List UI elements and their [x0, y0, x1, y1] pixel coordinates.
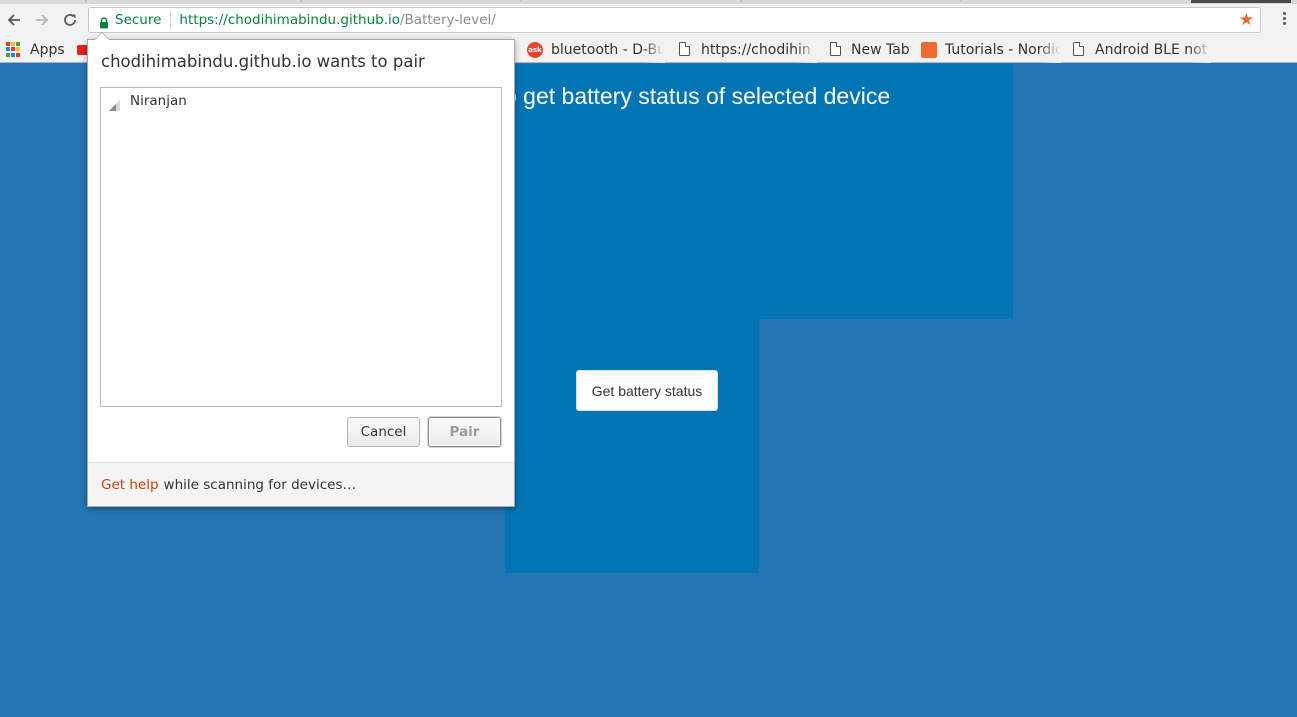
device-list-item[interactable]: Niranjan	[109, 92, 187, 111]
bookmark-label: New Tab	[851, 41, 910, 58]
cancel-button[interactable]: Cancel	[347, 417, 420, 447]
dialog-footer: Get help while scanning for devices…	[88, 462, 514, 506]
bookmark-star-icon[interactable]: ★	[1239, 11, 1254, 29]
ask-icon: ask	[527, 41, 543, 58]
browser-toolbar: Secure https://chodihimabindu.github.io/…	[0, 4, 1297, 36]
omnibox-divider	[170, 12, 172, 28]
security-label: Secure	[115, 12, 162, 28]
url-text[interactable]: https://chodihimabindu.github.io/Battery…	[179, 12, 495, 28]
page-icon	[679, 41, 690, 58]
url-path: /Battery-level/	[400, 12, 496, 28]
forward-arrow-icon	[36, 14, 49, 26]
dialog-title: chodihimabindu.github.io wants to pair	[101, 52, 425, 71]
bookmark-android-ble[interactable]: Android BLE not	[1073, 36, 1211, 63]
device-name: Niranjan	[130, 93, 187, 109]
page-icon	[830, 41, 841, 58]
bookmark-nordic[interactable]: Tutorials - Nordic	[921, 36, 1061, 63]
signal-strength-icon	[109, 96, 120, 111]
bookmark-new-tab[interactable]: New Tab	[830, 36, 912, 63]
back-button[interactable]	[0, 4, 28, 36]
content-panel-bottom	[505, 319, 759, 573]
forward-button[interactable]	[28, 4, 56, 36]
reload-icon	[64, 14, 76, 26]
lock-icon	[99, 14, 109, 29]
dialog-pointer	[94, 32, 110, 40]
browser-menu-icon[interactable]	[1279, 12, 1289, 28]
device-list[interactable]: Niranjan	[100, 87, 502, 407]
bookmark-apps[interactable]: Apps	[6, 36, 76, 63]
bookmark-ask[interactable]: ask bluetooth - D-Bu	[527, 36, 665, 63]
pair-button[interactable]: Pair	[428, 417, 501, 447]
pair-dialog: chodihimabindu.github.io wants to pair N…	[87, 32, 515, 507]
help-text: while scanning for devices…	[163, 476, 356, 493]
apps-grid-icon	[6, 41, 22, 58]
url-origin: https://chodihimabindu.github.io	[179, 12, 400, 28]
reload-button[interactable]	[56, 4, 84, 36]
back-arrow-icon	[7, 14, 20, 26]
address-bar[interactable]: Secure https://chodihimabindu.github.io/…	[88, 7, 1261, 33]
page-icon	[1073, 41, 1084, 58]
page-heading: o get battery status of selected device	[505, 83, 891, 109]
get-help-link[interactable]: Get help	[101, 477, 159, 493]
nordic-chat-icon	[921, 41, 937, 58]
bookmark-chodihin[interactable]: https://chodihin	[679, 36, 817, 63]
bookmark-label: Apps	[30, 41, 65, 58]
active-tab[interactable]	[1191, 0, 1291, 3]
get-battery-status-button[interactable]: Get battery status	[576, 370, 718, 411]
